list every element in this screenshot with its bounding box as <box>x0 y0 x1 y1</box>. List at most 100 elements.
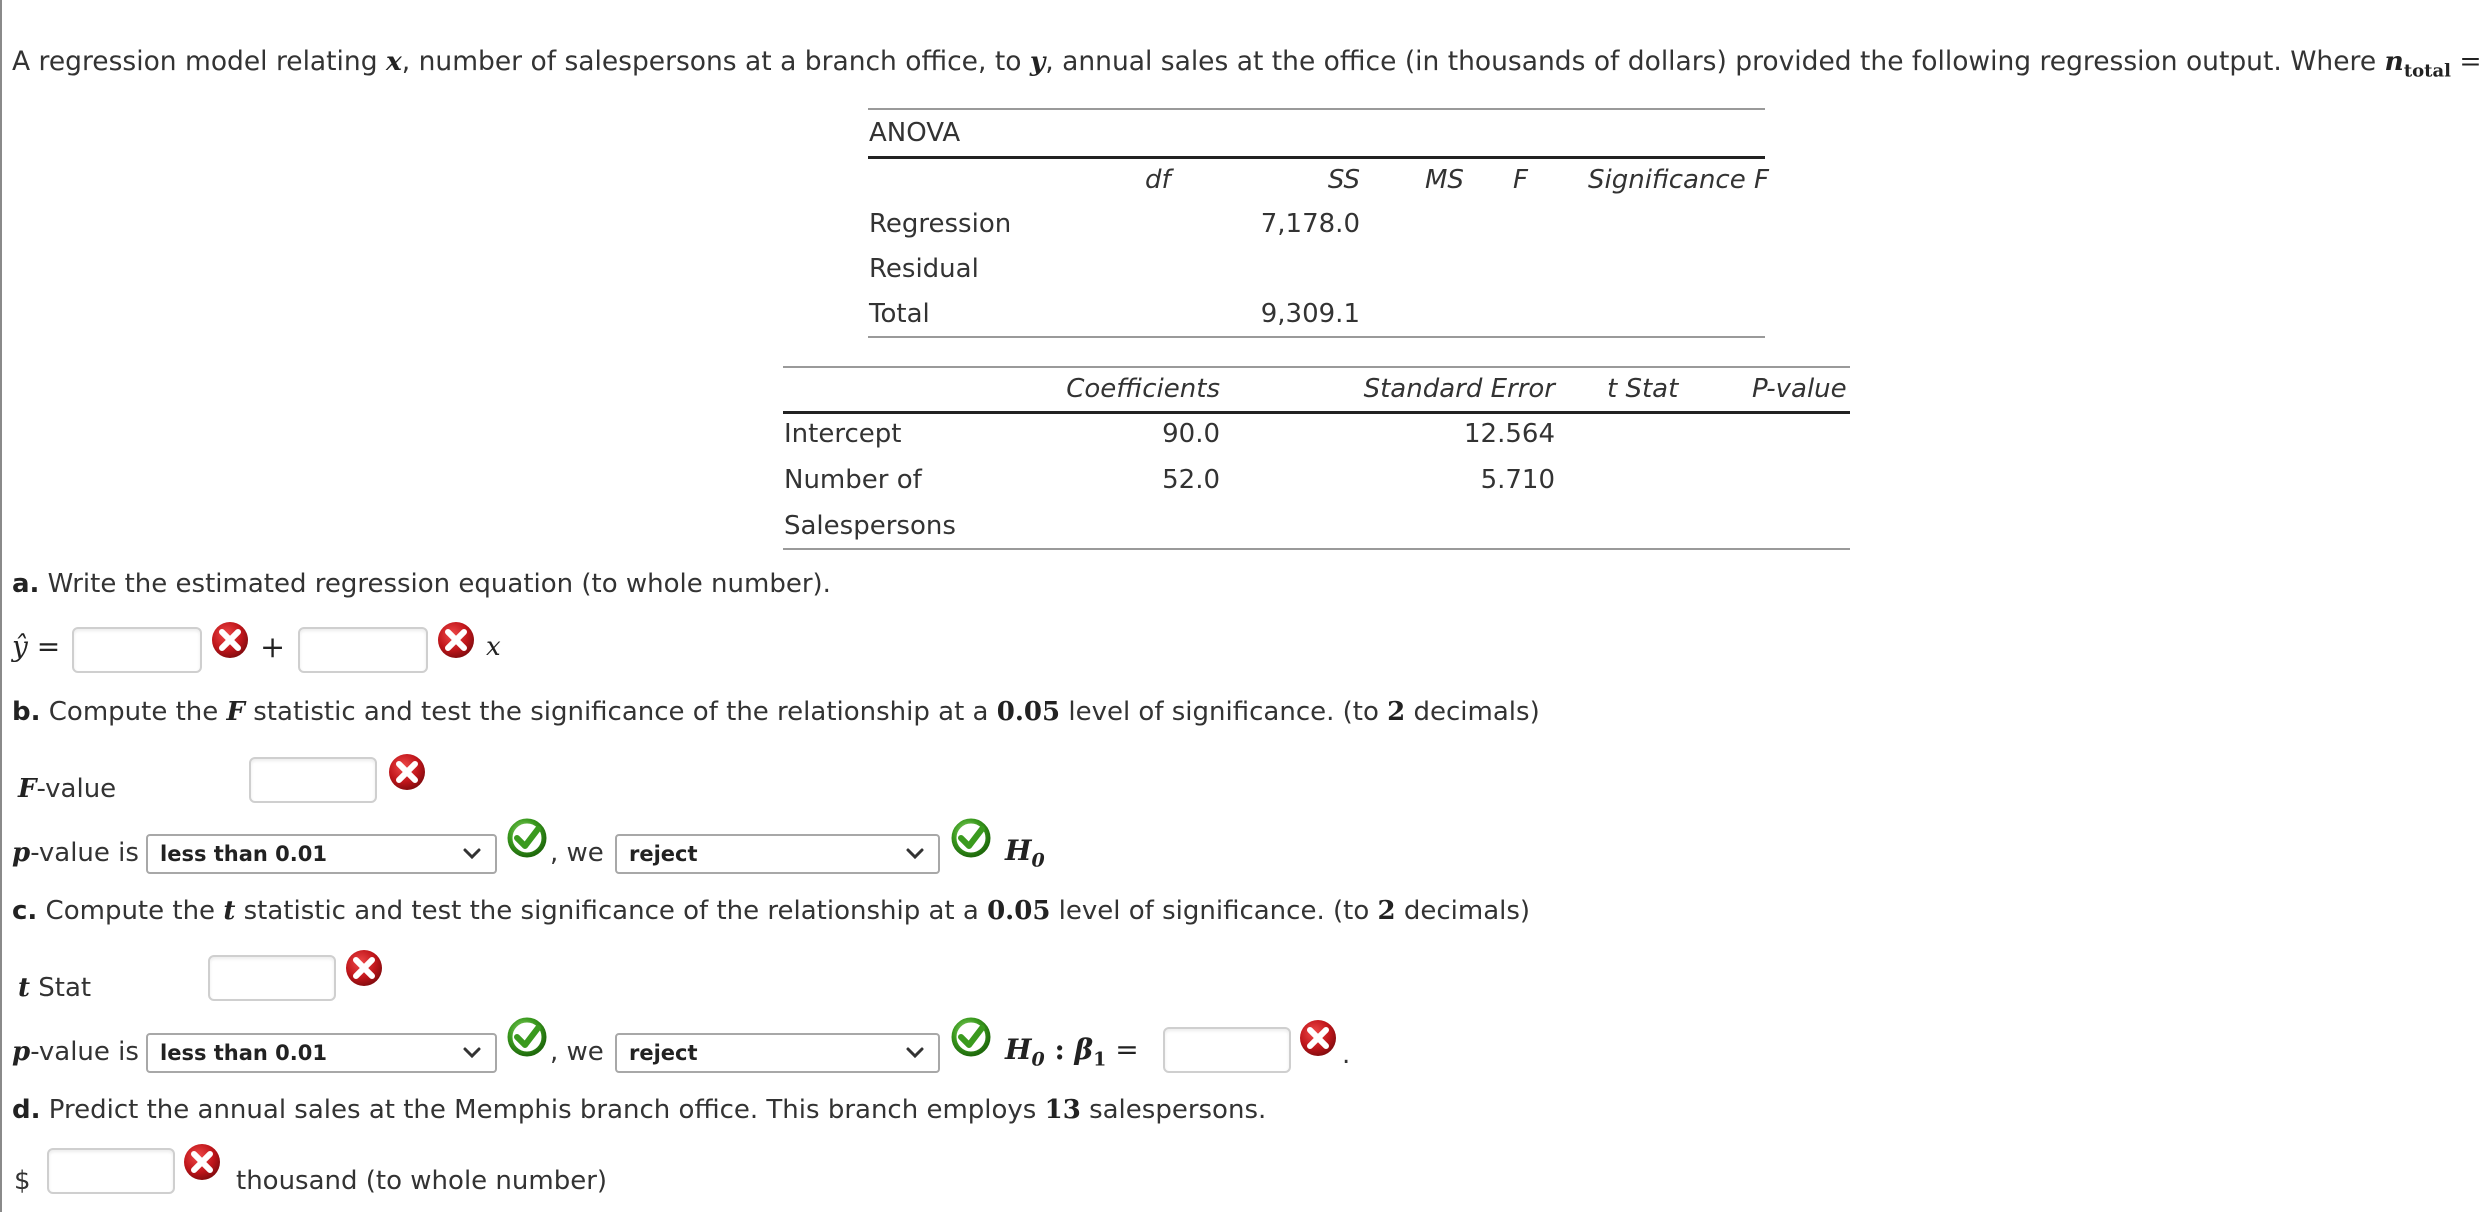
decision-select[interactable]: reject <box>615 1033 940 1073</box>
header-standard-error: Standard Error <box>1363 374 1555 404</box>
var-p: p <box>12 1037 31 1067</box>
p-value-select[interactable]: less than 0.01 <box>146 1033 497 1073</box>
n-subscript: total <box>2403 60 2451 82</box>
var-x: x <box>486 632 501 662</box>
label-text: -value is <box>30 838 139 868</box>
row-label: Regression <box>869 209 1012 239</box>
period: . <box>1342 1040 1351 1070</box>
incorrect-icon <box>344 948 384 988</box>
alpha-value: 0.05 <box>996 697 1061 727</box>
subscript: 0 <box>1031 1048 1045 1071</box>
f-value-label: F-value <box>18 774 116 804</box>
chevron-down-icon <box>904 844 926 864</box>
row-label: Residual <box>869 254 979 284</box>
intercept-input[interactable] <box>72 627 202 673</box>
subscript: 0 <box>1031 849 1045 872</box>
rule <box>783 411 1850 414</box>
beta-input[interactable] <box>1163 1027 1291 1073</box>
var-x: x <box>385 46 402 77</box>
slope-input[interactable] <box>298 627 428 673</box>
rule <box>783 548 1850 550</box>
label-text: -value is <box>30 1037 139 1067</box>
currency-symbol: $ <box>14 1166 31 1196</box>
header-significance-f: Significance F <box>1588 165 1769 195</box>
part-letter: a. <box>12 569 40 599</box>
incorrect-icon <box>1298 1018 1338 1058</box>
part-c-prompt: c. Compute the t statistic and test the … <box>12 896 1530 926</box>
colon: : <box>1044 1033 1075 1066</box>
alpha-value: 0.05 <box>987 896 1051 926</box>
incorrect-icon <box>387 752 427 792</box>
var-t: t <box>18 973 31 1003</box>
intro-part: , number of salespersons at a branch off… <box>401 46 1030 77</box>
header-t-stat: t Stat <box>1607 374 1679 404</box>
selected-option: less than 0.01 <box>160 1041 327 1065</box>
intro-part: , annual sales at the office (in thousan… <box>1045 46 2385 77</box>
intro-part: A regression model relating <box>12 46 386 77</box>
salesperson-count: 13 <box>1044 1095 1081 1125</box>
cell-ss: 7,178.0 <box>1260 209 1360 239</box>
equals-sign: = <box>36 630 61 663</box>
row-label: Total <box>869 299 930 329</box>
prompt-text: level of significance. (to <box>1050 896 1378 926</box>
header-f: F <box>1513 165 1528 195</box>
h0-symbol: H0 <box>1005 834 1045 872</box>
header-p-value: P-value <box>1752 374 1847 404</box>
rule <box>868 156 1765 159</box>
cell-coef: 52.0 <box>1162 465 1220 495</box>
var-y: y <box>1029 46 1046 77</box>
yhat-label: ŷ = <box>12 630 60 663</box>
prediction-input[interactable] <box>47 1148 175 1194</box>
we-text: , we <box>550 1037 604 1067</box>
var-t: t <box>223 896 236 926</box>
correct-icon <box>951 1017 991 1057</box>
chevron-down-icon <box>461 1043 483 1063</box>
prompt-text: decimals) <box>1405 697 1540 727</box>
anova-title: ANOVA <box>869 118 961 148</box>
chevron-down-icon <box>904 1043 926 1063</box>
prompt-text: Write the estimated regression equation … <box>39 569 831 599</box>
decimals-value: 2 <box>1387 697 1406 727</box>
label-text: Stat <box>30 973 92 1003</box>
f-value-input[interactable] <box>249 757 377 803</box>
prompt-text: statistic and test the significance of t… <box>245 697 997 727</box>
prompt-text: Compute the <box>37 896 224 926</box>
t-stat-input[interactable] <box>208 955 336 1001</box>
prompt-text: salespersons. <box>1080 1095 1267 1125</box>
hypothesis-expression: H0 : β1 = <box>1005 1033 1139 1071</box>
chevron-down-icon <box>461 844 483 864</box>
header-ss: SS <box>1327 165 1360 195</box>
decimals-value: 2 <box>1377 896 1396 926</box>
part-letter: b. <box>12 697 41 727</box>
cell-se: 5.710 <box>1480 465 1555 495</box>
correct-icon <box>951 818 991 858</box>
cell-coef: 90.0 <box>1162 419 1220 449</box>
p-value-select[interactable]: less than 0.01 <box>146 834 497 874</box>
var-p: p <box>12 838 31 868</box>
part-b-prompt: b. Compute the F statistic and test the … <box>12 697 1540 727</box>
header-coefficients: Coefficients <box>1066 374 1220 404</box>
var-f: F <box>226 697 245 727</box>
prompt-text: level of significance. (to <box>1060 697 1388 727</box>
prompt-text: statistic and test the significance of t… <box>235 896 988 926</box>
label-text: -value <box>36 774 117 804</box>
header-ms: MS <box>1425 165 1464 195</box>
rule <box>868 336 1765 338</box>
rule <box>783 366 1850 368</box>
plus-sign: + <box>260 630 286 665</box>
yhat-symbol: ŷ <box>12 630 28 663</box>
part-letter: d. <box>12 1095 41 1125</box>
subscript: 1 <box>1093 1048 1107 1071</box>
row-label: Salespersons <box>784 511 956 541</box>
decision-select[interactable]: reject <box>615 834 940 874</box>
n-symbol: n <box>2384 46 2404 77</box>
row-label: Intercept <box>784 419 902 449</box>
h-symbol: H <box>1005 1033 1032 1066</box>
h-symbol: H <box>1005 834 1032 867</box>
we-text: , we <box>550 838 604 868</box>
p-value-label: p-value is <box>12 838 139 868</box>
selected-option: reject <box>629 1041 698 1065</box>
cell-se: 12.564 <box>1464 419 1555 449</box>
rule <box>868 108 1765 110</box>
var-f: F <box>18 774 37 804</box>
